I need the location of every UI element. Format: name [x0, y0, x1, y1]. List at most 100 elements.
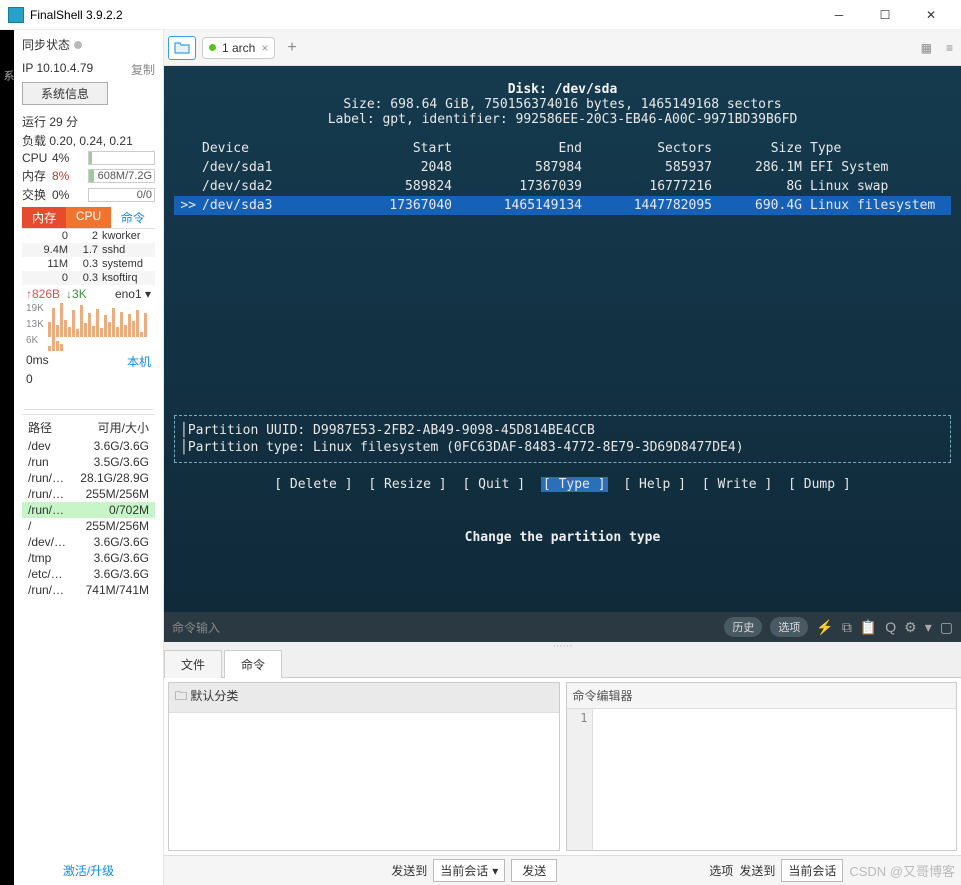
- maximize-button[interactable]: ☐: [871, 5, 899, 25]
- app-title: FinalShell 3.9.2.2: [30, 8, 825, 22]
- menu-quit[interactable]: [ Quit ]: [462, 477, 525, 492]
- tab-file[interactable]: 文件: [164, 650, 222, 678]
- disk-size: Size: 698.64 GiB, 750156374016 bytes, 14…: [174, 97, 951, 112]
- vertical-rail: 系: [0, 30, 14, 885]
- disk-row[interactable]: /run/…0/702M: [22, 502, 155, 518]
- bolt-icon[interactable]: ⚡: [816, 619, 833, 636]
- window-controls: ─ ☐ ✕: [825, 5, 945, 25]
- line-gutter: 1: [567, 709, 593, 850]
- system-info-button[interactable]: 系统信息: [22, 82, 108, 105]
- process-table: 02kworker9.4M1.7sshd11M0.3systemd00.3kso…: [22, 229, 155, 285]
- disk-row[interactable]: /run/…255M/256M: [22, 486, 155, 502]
- partition-type: │Partition type: Linux filesystem (0FC63…: [174, 439, 951, 456]
- send-to-label: 发送到: [391, 862, 427, 879]
- spark-l2: 6K: [26, 335, 38, 346]
- grid-view-icon[interactable]: ▦: [917, 41, 936, 55]
- command-input[interactable]: 命令输入: [172, 619, 716, 636]
- open-folder-button[interactable]: [168, 36, 196, 60]
- search-icon[interactable]: Q: [885, 619, 896, 635]
- left-panel: 同步状态 IP 10.10.4.79 复制 系统信息 运行 29 分 负载 0.…: [14, 30, 164, 885]
- close-button[interactable]: ✕: [917, 5, 945, 25]
- mem-row: 内存 8% 608M/7.2G: [22, 167, 155, 184]
- terminal[interactable]: Disk: /dev/sda Size: 698.64 GiB, 7501563…: [164, 66, 961, 612]
- cpu-bar: [88, 151, 155, 165]
- menu-help[interactable]: [ Help ]: [623, 477, 686, 492]
- process-row[interactable]: 11M0.3systemd: [22, 257, 155, 271]
- footer-bar: 发送到 当前会话 ▾ 发送 选项 发送到 当前会话 CSDN @又哥博客: [164, 855, 961, 885]
- net-iface[interactable]: eno1 ▾: [93, 287, 151, 301]
- send-button[interactable]: 发送: [511, 859, 557, 882]
- default-category[interactable]: 🗀 默认分类: [169, 683, 559, 713]
- fullscreen-icon[interactable]: ▢: [940, 619, 953, 636]
- options-button[interactable]: 选项: [770, 617, 808, 637]
- ip-label: IP 10.10.4.79: [22, 61, 93, 78]
- partition-uuid: │Partition UUID: D9987E53-2FB2-AB49-9098…: [174, 422, 951, 439]
- cpu-row: CPU 4%: [22, 151, 155, 165]
- ping-host[interactable]: 本机: [127, 353, 151, 370]
- tab-cmd[interactable]: 命令: [111, 207, 155, 228]
- swap-bar: 0/0: [88, 188, 155, 202]
- app-icon: [8, 7, 24, 23]
- splitter[interactable]: ⋯⋯: [164, 642, 961, 650]
- close-tab-icon[interactable]: ×: [261, 41, 268, 55]
- session-select-2[interactable]: 当前会话: [781, 859, 843, 882]
- mem-text: 608M/7.2G: [98, 170, 152, 182]
- cfdisk-menu[interactable]: [ Delete ] [ Resize ] [ Quit ] [ Type ] …: [174, 477, 951, 492]
- net-sparkline: 19K 13K 6K: [24, 303, 153, 351]
- menu-type[interactable]: [ Type ]: [541, 477, 608, 492]
- ping-value: 0ms: [26, 353, 49, 370]
- disk-row[interactable]: /255M/256M: [22, 518, 155, 534]
- process-row[interactable]: 9.4M1.7sshd: [22, 243, 155, 257]
- swap-pct: 0%: [52, 188, 84, 202]
- partition-row[interactable]: /dev/sda258982417367039167772168GLinux s…: [174, 177, 951, 196]
- menu-delete[interactable]: [ Delete ]: [274, 477, 352, 492]
- disk-row[interactable]: /run3.5G/3.6G: [22, 454, 155, 470]
- ping-latency: 0: [22, 372, 155, 386]
- menu-write[interactable]: [ Write ]: [702, 477, 772, 492]
- disk-row[interactable]: /dev3.6G/3.6G: [22, 438, 155, 454]
- options-label[interactable]: 选项: [709, 862, 733, 879]
- mem-label: 内存: [22, 167, 48, 184]
- col-end: End: [452, 141, 582, 156]
- history-button[interactable]: 历史: [724, 617, 762, 637]
- process-row[interactable]: 00.3ksoftirq: [22, 271, 155, 285]
- copy-icon[interactable]: ⧉: [842, 619, 852, 636]
- editor-area[interactable]: [593, 709, 957, 850]
- swap-row: 交换 0% 0/0: [22, 186, 155, 203]
- disk-row[interactable]: /dev/…3.6G/3.6G: [22, 534, 155, 550]
- category-pane: 🗀 默认分类: [168, 682, 560, 851]
- session-select[interactable]: 当前会话 ▾: [433, 859, 505, 882]
- copy-ip-link[interactable]: 复制: [131, 61, 155, 78]
- add-tab-button[interactable]: +: [281, 39, 302, 57]
- menu-dump[interactable]: [ Dump ]: [788, 477, 851, 492]
- disk-row[interactable]: /run/…741M/741M: [22, 582, 155, 598]
- partition-row[interactable]: /dev/sda12048587984585937286.1MEFI Syste…: [174, 158, 951, 177]
- disk-row[interactable]: /etc/…3.6G/3.6G: [22, 566, 155, 582]
- col-sectors: Sectors: [582, 141, 712, 156]
- partition-row[interactable]: >>/dev/sda317367040146514913414477820956…: [174, 196, 951, 215]
- cpu-label: CPU: [22, 151, 48, 165]
- disk-row[interactable]: /run/…28.1G/28.9G: [22, 470, 155, 486]
- col-size2: Size: [712, 141, 802, 156]
- col-path: 路径: [28, 419, 52, 436]
- menu-resize[interactable]: [ Resize ]: [368, 477, 446, 492]
- disk-row[interactable]: /tmp3.6G/3.6G: [22, 550, 155, 566]
- load-text: 负载 0.20, 0.24, 0.21: [22, 132, 155, 149]
- net-up: ↑826B: [26, 287, 60, 301]
- status-dot-icon: [209, 44, 216, 51]
- process-row[interactable]: 02kworker: [22, 229, 155, 243]
- list-view-icon[interactable]: ≡: [942, 41, 957, 55]
- net-down: ↓3K: [66, 287, 87, 301]
- tab-cpu[interactable]: CPU: [66, 207, 110, 228]
- paste-icon[interactable]: 📋: [860, 619, 877, 636]
- tab-command[interactable]: 命令: [224, 650, 282, 678]
- activate-link[interactable]: 激活/升级: [14, 856, 163, 885]
- session-tab[interactable]: 1 arch ×: [202, 37, 275, 59]
- chevron-down-icon[interactable]: ▾: [925, 619, 932, 636]
- cfdisk-hint: Change the partition type: [174, 530, 951, 545]
- col-type: Type: [802, 141, 951, 156]
- minimize-button[interactable]: ─: [825, 5, 853, 25]
- gear-icon[interactable]: ⚙: [904, 619, 917, 636]
- spark-l1: 13K: [26, 319, 44, 330]
- tab-mem[interactable]: 内存: [22, 207, 66, 228]
